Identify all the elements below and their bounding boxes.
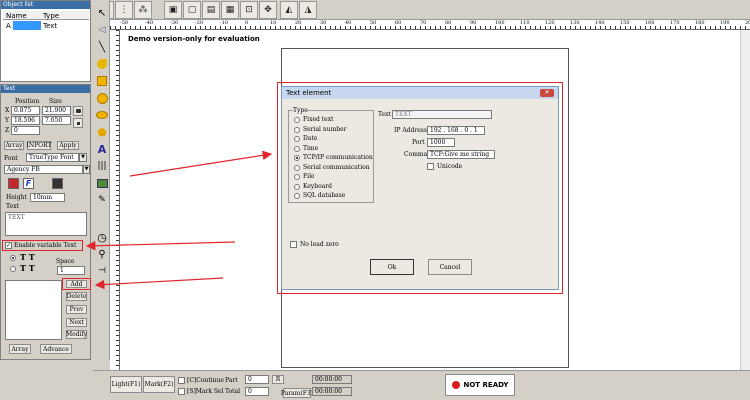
no-lead-zero-checkbox[interactable]	[290, 241, 297, 248]
total-field[interactable]: 0	[245, 387, 269, 396]
port-label: Port	[412, 139, 425, 146]
type-radio[interactable]	[294, 164, 300, 171]
status-led-icon	[451, 381, 460, 389]
ip-address-label: IP Address	[394, 127, 427, 134]
type-option-label: Time	[303, 144, 319, 152]
type-radio[interactable]	[294, 117, 300, 123]
type-radio[interactable]	[294, 183, 300, 190]
dialog-title: Text element	[286, 89, 332, 97]
ok-button[interactable]: Ok	[370, 259, 414, 275]
ip-address-field[interactable]: 192 . 168 . 0 . 1	[427, 126, 485, 135]
bottom-bar	[93, 370, 750, 400]
time-field-1: 00:00:00	[312, 375, 352, 384]
type-option-label: Serial number	[303, 125, 347, 133]
unicode-checkbox[interactable]	[427, 163, 434, 170]
light-button[interactable]: Light(F1)	[110, 376, 142, 393]
status-text: NOT READY	[463, 381, 509, 389]
port-field[interactable]: 1000	[427, 138, 455, 147]
type-option-label: TCP/IP communication	[303, 154, 373, 161]
mark-sel-checkbox[interactable]	[178, 388, 185, 395]
type-option-label: File	[303, 173, 315, 180]
type-radio[interactable]	[294, 155, 300, 161]
continue-checkbox[interactable]	[178, 377, 185, 384]
reset-button[interactable]: R	[272, 375, 284, 384]
text-element-dialog: Text element ✕ Type Text TEXT IP Address…	[281, 86, 559, 290]
arrow-to-add-button	[94, 277, 224, 290]
type-radio[interactable]	[294, 136, 300, 142]
no-lead-zero-label: No lead zero	[300, 241, 339, 248]
arrow-to-dialog	[129, 150, 273, 177]
dialog-titlebar: Text element ✕	[282, 87, 558, 99]
type-option-label: Serial communication	[303, 163, 370, 171]
type-option-label: Date	[303, 135, 318, 142]
part-field[interactable]: 0	[245, 375, 269, 384]
unicode-label: Unicode	[437, 163, 463, 170]
cancel-button[interactable]: Cancel	[428, 259, 472, 275]
type-radio[interactable]	[294, 126, 300, 133]
dialog-text-label: Text	[378, 111, 391, 118]
type-radio[interactable]	[294, 193, 300, 199]
status-panel: NOT READY	[445, 374, 515, 396]
arrow-to-enable-text	[85, 240, 236, 251]
mark-sel-label: [S]Mark Sel	[187, 388, 224, 395]
type-radio[interactable]	[294, 174, 300, 180]
type-radio[interactable]	[294, 145, 300, 152]
type-option-label: Fixed text	[303, 116, 334, 123]
param-button[interactable]: Param(F3)	[281, 388, 313, 398]
total-label: Total	[225, 388, 241, 395]
dialog-text-field[interactable]: TEXT	[392, 110, 492, 119]
time-field-2: 00:00:00	[312, 387, 352, 396]
continue-label: [C]Continue	[187, 377, 224, 384]
part-label: Part	[225, 377, 238, 384]
dialog-close-icon[interactable]: ✕	[540, 89, 554, 97]
command-field[interactable]: TCP:Give me string	[427, 150, 495, 159]
type-option-label: SQL database	[303, 192, 346, 199]
type-group-label: Type	[293, 107, 308, 114]
mark-button[interactable]: Mark(F2)	[143, 376, 175, 393]
type-option-label: Keyboard	[303, 182, 333, 190]
